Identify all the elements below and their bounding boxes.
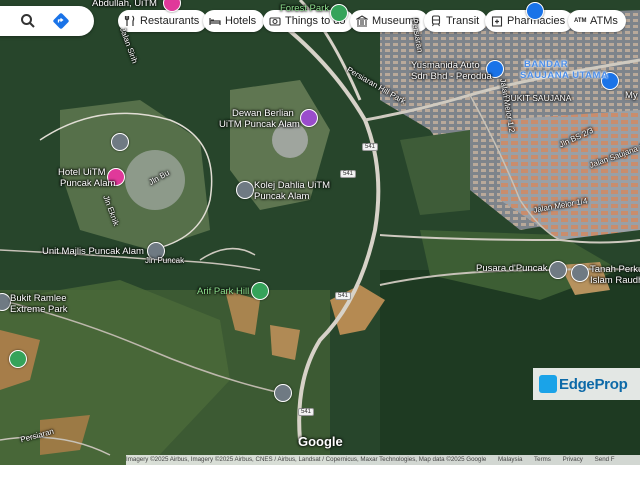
google-logo: Google — [298, 434, 343, 449]
page-bottom-strip — [0, 465, 640, 480]
place-tanah-2[interactable]: Islam Raudh — [590, 275, 640, 286]
park-pin-forest[interactable] — [330, 4, 348, 22]
imagery-credit: Imagery ©2025 Airbus, Imagery ©2025 Airb… — [126, 456, 487, 463]
pharmacy-icon — [491, 15, 503, 27]
chip-label: Hotels — [225, 15, 257, 27]
country-label: Malaysia — [498, 456, 523, 463]
terms-link[interactable]: Terms — [534, 456, 551, 463]
privacy-link[interactable]: Privacy — [563, 456, 583, 463]
place-dewan-1[interactable]: Dewan Berlian — [232, 108, 294, 119]
search-box[interactable] — [0, 6, 94, 36]
chip-hotels[interactable]: Hotels — [203, 10, 265, 32]
pusara-pin[interactable] — [549, 261, 567, 279]
place-hotel-2[interactable]: Puncak Alam — [60, 178, 115, 189]
place-dewan-2[interactable]: UiTM Puncak Alam — [219, 119, 300, 130]
place-my[interactable]: My — [625, 90, 638, 101]
chip-atms[interactable]: ATM ATMs — [568, 10, 626, 32]
park-pin-left[interactable] — [9, 350, 27, 368]
place-forest-park[interactable]: Forest Park — [280, 3, 329, 14]
kolej-pin[interactable] — [236, 181, 254, 199]
place-ramlee-2[interactable]: Extreme Park — [10, 304, 68, 315]
pin-campus-a[interactable] — [111, 133, 129, 151]
place-unit-majlis[interactable]: Unit Majlis Puncak Alam — [42, 246, 144, 257]
route-shield: 541 — [362, 143, 379, 151]
train-icon — [430, 15, 442, 27]
area-bandar-2: SAUJANA UTAMA — [520, 70, 609, 81]
bed-icon — [209, 15, 221, 27]
place-kolej-1[interactable]: Kolej Dahlia UiTM — [254, 180, 330, 191]
place-kolej-2[interactable]: Puncak Alam — [254, 191, 309, 202]
fork-knife-icon — [124, 15, 136, 27]
route-shield: 541 — [298, 408, 315, 416]
directions-icon[interactable] — [52, 12, 70, 30]
place-hotel-1[interactable]: Hotel UiTM — [58, 167, 106, 178]
attribution-bar: Imagery ©2025 Airbus, Imagery ©2025 Airb… — [126, 455, 640, 465]
place-pusara[interactable]: Pusara d'Puncak — [476, 263, 548, 274]
chip-transit[interactable]: Transit — [424, 10, 488, 32]
place-yusmanida-2[interactable]: Sdn Bhd - Perodua — [411, 71, 492, 82]
chip-label: ATMs — [590, 15, 618, 27]
museum-icon — [356, 15, 368, 27]
send-feedback-link[interactable]: Send F — [595, 456, 615, 463]
route-shield: 541 — [335, 292, 352, 300]
place-arif-park[interactable]: Arif Park Hill — [197, 286, 249, 297]
area-bandar-1: BANDAR — [524, 59, 569, 70]
area-bukit-saujana: BUKIT SAUJANA — [505, 93, 572, 103]
pin-south[interactable] — [274, 384, 292, 402]
place-tanah-1[interactable]: Tanah Perku — [590, 264, 640, 275]
place-abdullah[interactable]: Abdullah, UiTM — [92, 0, 157, 9]
search-icon[interactable] — [20, 13, 36, 29]
place-ramlee-1[interactable]: Bukit Ramlee — [10, 293, 67, 304]
place-yusmanida-1[interactable]: Yusmanida Auto — [411, 60, 480, 71]
tanah-pin[interactable] — [571, 264, 589, 282]
satellite-map[interactable]: Restaurants Hotels Things to do Museums … — [0, 0, 640, 465]
park-pin-arif[interactable] — [251, 282, 269, 300]
chip-label: Transit — [446, 15, 480, 27]
chip-label: Restaurants — [140, 15, 200, 27]
camera-icon — [269, 15, 281, 27]
edgeprop-logo-icon — [539, 375, 557, 393]
atm-icon: ATM — [574, 18, 587, 24]
edgeprop-logo: EdgeProp — [533, 368, 640, 400]
route-shield: 541 — [340, 170, 357, 178]
shop-pin-top[interactable] — [526, 2, 544, 20]
venue-pin-dewan[interactable] — [300, 109, 318, 127]
chip-restaurants[interactable]: Restaurants — [118, 10, 208, 32]
road-jln-puncak: Jln Puncak — [145, 256, 185, 265]
